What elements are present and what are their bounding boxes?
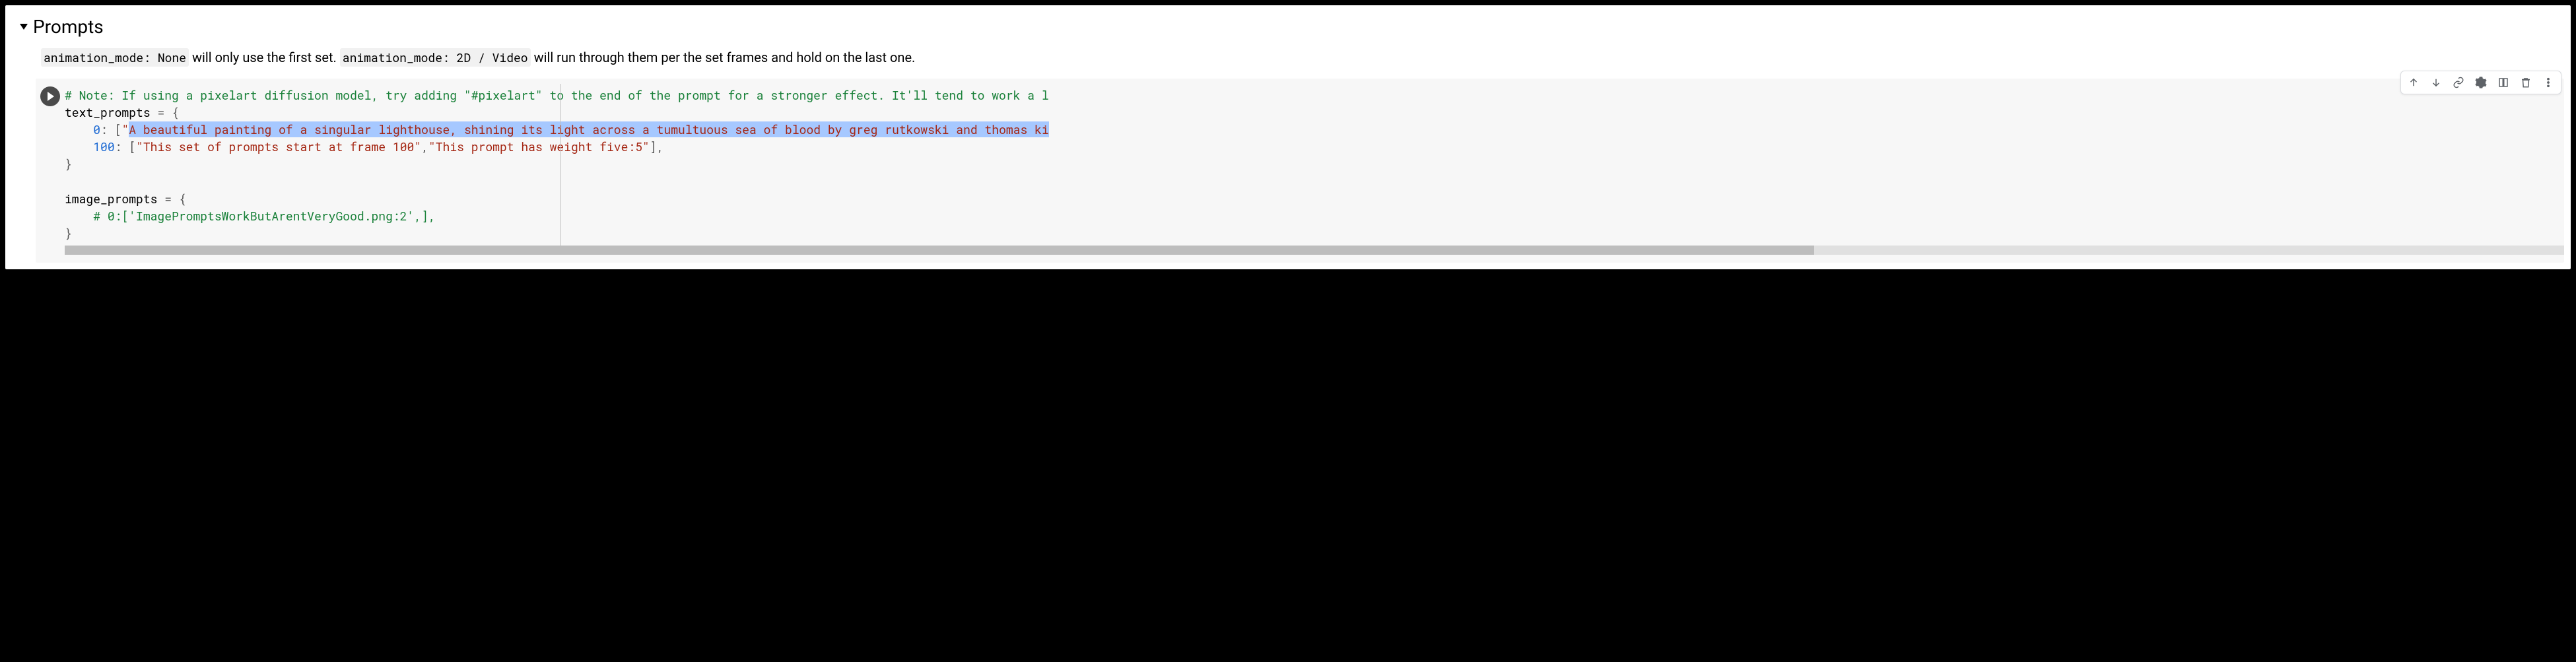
move-down-button[interactable]: [2426, 73, 2446, 92]
desc-text-2: will run through them per the set frames…: [531, 50, 916, 65]
delete-button[interactable]: [2516, 73, 2536, 92]
arrow-down-icon: [2430, 77, 2442, 88]
code-ident: text_prompts: [65, 104, 151, 120]
code-op: =: [157, 104, 164, 120]
scrollbar-thumb[interactable]: [65, 246, 1814, 255]
code-snippet-2: animation_mode: 2D / Video: [340, 48, 531, 67]
code-colon: :: [115, 139, 122, 154]
horizontal-scrollbar[interactable]: [65, 246, 2564, 255]
code-quote: ": [121, 121, 129, 137]
link-button[interactable]: [2449, 73, 2468, 92]
run-button[interactable]: [40, 86, 60, 106]
code-brace-close: }: [65, 225, 72, 241]
cell-gutter: [36, 84, 65, 263]
collapse-toggle-icon[interactable]: [20, 24, 28, 30]
desc-text-1: will only use the first set.: [189, 50, 340, 65]
section-header[interactable]: Prompts: [20, 16, 2564, 38]
mirror-icon: [2497, 77, 2509, 88]
code-key-0: 0: [93, 121, 100, 137]
code-bracket: [: [129, 139, 136, 154]
code-comment-1: # Note: If using a pixelart diffusion mo…: [65, 87, 1049, 103]
code-comma: ,: [421, 139, 428, 154]
code-snippet-1: animation_mode: None: [41, 48, 189, 67]
code-area[interactable]: # Note: If using a pixelart diffusion mo…: [65, 84, 2564, 263]
move-up-button[interactable]: [2404, 73, 2423, 92]
cell-body: # Note: If using a pixelart diffusion mo…: [36, 79, 2564, 263]
code-string: "This prompt has weight five:5": [428, 139, 650, 154]
code-close: ],: [650, 139, 664, 154]
code-brace: {: [179, 191, 186, 207]
settings-button[interactable]: [2471, 73, 2491, 92]
kebab-icon: [2542, 77, 2554, 88]
code-bracket: [: [115, 121, 122, 137]
section-description: animation_mode: None will only use the f…: [41, 50, 2564, 65]
code-brace-close: }: [65, 156, 72, 172]
code-cell: # Note: If using a pixelart diffusion mo…: [36, 79, 2564, 263]
code-comment-2: # 0:['ImagePromptsWorkButArentVeryGood.p…: [93, 208, 435, 224]
code-string: "This set of prompts start at frame 100": [136, 139, 421, 154]
cell-toolbar: [2400, 71, 2561, 94]
code-brace: {: [172, 104, 179, 120]
code-editor[interactable]: # Note: If using a pixelart diffusion mo…: [65, 84, 2564, 244]
link-icon: [2453, 77, 2464, 88]
code-ident: image_prompts: [65, 191, 157, 207]
notebook: Prompts animation_mode: None will only u…: [5, 5, 2571, 269]
mirror-button[interactable]: [2493, 73, 2513, 92]
code-op: =: [164, 191, 172, 207]
arrow-up-icon: [2408, 77, 2420, 88]
trash-icon: [2520, 77, 2532, 88]
code-colon: :: [100, 121, 108, 137]
selected-prompt-text: A beautiful painting of a singular light…: [129, 121, 1048, 137]
gear-icon: [2475, 77, 2487, 88]
more-button[interactable]: [2538, 73, 2558, 92]
section-title: Prompts: [33, 16, 104, 38]
code-key-100: 100: [93, 139, 114, 154]
